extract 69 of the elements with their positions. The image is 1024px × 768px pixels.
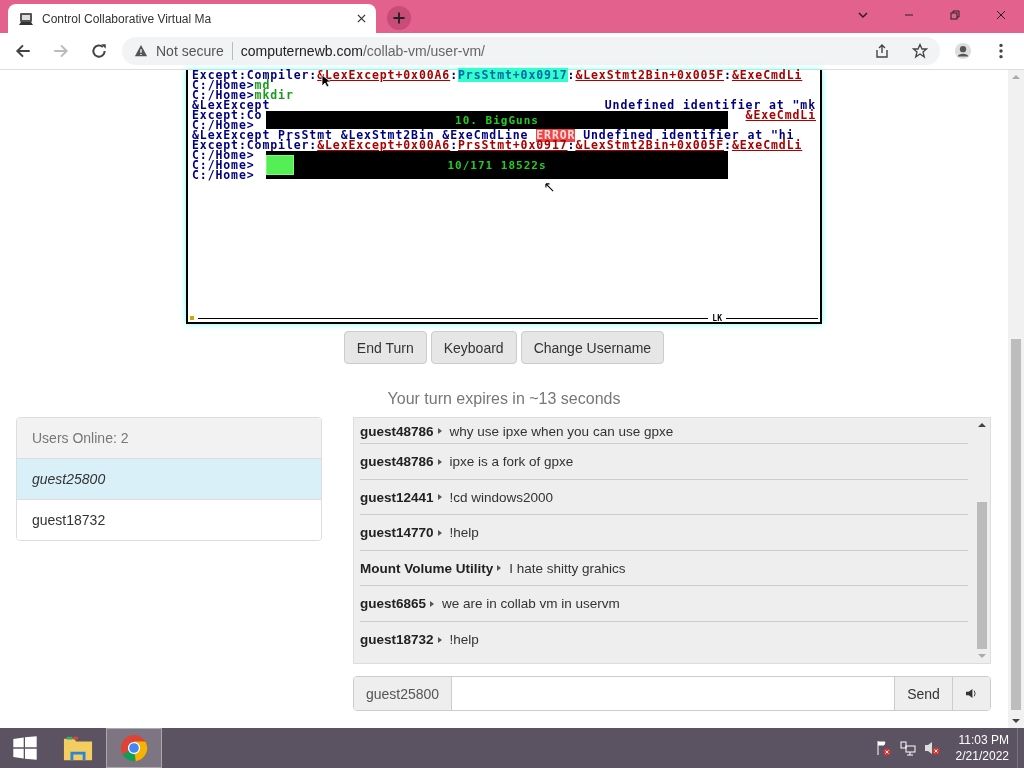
user-item[interactable]: guest25800 xyxy=(17,459,321,500)
share-icon[interactable] xyxy=(874,43,890,59)
status-text: LK xyxy=(712,313,722,323)
flag-error-icon[interactable] xyxy=(875,740,892,756)
page-scrollbar[interactable] xyxy=(1008,70,1024,728)
action-button[interactable]: Keyboard xyxy=(430,331,517,364)
chat-username: Mount Volume Utility xyxy=(360,560,494,576)
terminal-line: C:/Home> xyxy=(192,160,255,170)
chat-message: !cd windows2000 xyxy=(449,489,554,505)
tab-title: Control Collaborative Virtual Ma xyxy=(42,11,213,26)
restore-icon[interactable] xyxy=(949,9,961,21)
terminal-line: Except:Co xyxy=(192,110,263,120)
chevron-down-icon[interactable] xyxy=(857,9,869,21)
terminal-line: C:/Home>mkdir xyxy=(192,90,294,100)
terminal-line: Except:Compiler:&LexExcept+0x00A6:PrsStmt+0x0917:&LexStmt2Bin+0x005F:&ExeCmdLi xyxy=(192,140,803,150)
terminal-line: C:/Home> xyxy=(192,150,255,160)
chat-message: !help xyxy=(449,632,479,648)
terminal-line: C:/Home>md xyxy=(192,80,271,90)
chat-message: I hate shitty grahics xyxy=(509,560,626,576)
menu-banner: 10. BigGuns xyxy=(266,111,728,129)
address-bar[interactable]: Not secure computernewb.com/collab-vm/user-vm/ xyxy=(122,37,940,65)
triangle-icon xyxy=(437,458,442,465)
browser-tab[interactable]: Control Collaborative Virtual Ma xyxy=(8,4,376,33)
windows-logo-icon[interactable] xyxy=(12,735,38,761)
network-icon[interactable] xyxy=(899,740,916,756)
action-button[interactable]: Change Username xyxy=(520,331,665,364)
browser-logo-icon xyxy=(119,734,149,762)
chat-message: we are in collab vm in uservm xyxy=(442,596,620,612)
clock-date[interactable]: 2/21/2022 xyxy=(955,748,1009,764)
plus-icon[interactable] xyxy=(386,5,412,31)
down-arrow-icon[interactable] xyxy=(1012,718,1020,724)
triangle-icon xyxy=(437,428,442,434)
chat-message: !help xyxy=(449,525,479,541)
terminal-line: Except:Compiler:&LexExcept+0x00A6:PrsStmt+0x0917:&LexStmt2Bin+0x005F:&ExeCmdLi xyxy=(192,70,803,80)
terminal-line: C:/Home> xyxy=(192,120,255,130)
folder-icon xyxy=(63,734,93,762)
chat-message: ipxe is a fork of gpxe xyxy=(449,454,574,470)
clock-time[interactable]: 11:03 PM xyxy=(958,732,1009,748)
triangle-icon xyxy=(497,565,502,572)
triangle-icon xyxy=(437,494,442,501)
turn-notice: Your turn expires in ~13 seconds xyxy=(387,390,621,408)
security-label: Not secure xyxy=(156,43,224,59)
chat-username: guest12441 xyxy=(360,489,434,505)
terminal-line: C:/Home> xyxy=(192,170,255,180)
chat-message: why use ipxe when you can use gpxe xyxy=(449,423,674,439)
warning-icon xyxy=(134,44,148,58)
triangle-icon xyxy=(437,636,442,643)
action-button[interactable]: End Turn xyxy=(343,331,427,364)
arrow-icon xyxy=(545,183,554,192)
vm-screen[interactable] xyxy=(186,70,822,324)
terminal-line: &ExeCmdLi xyxy=(745,110,816,120)
up-arrow-icon[interactable] xyxy=(978,422,986,428)
close-icon[interactable] xyxy=(995,9,1007,21)
terminal-line: &LexExcept xyxy=(192,100,271,110)
muted-speaker-icon[interactable] xyxy=(923,740,940,756)
triangle-icon xyxy=(430,600,435,607)
close-icon[interactable] xyxy=(357,14,366,23)
chat-username: guest48786 xyxy=(360,423,434,439)
terminal-line: Undefined identifier at "mk xyxy=(604,100,816,110)
star-icon[interactable] xyxy=(912,43,928,59)
progress-banner: 10/171 18522s xyxy=(266,151,728,179)
triangle-icon xyxy=(437,529,442,536)
chat-username: guest48786 xyxy=(360,454,434,470)
url-text: computernewb.com/collab-vm/user-vm/ xyxy=(240,43,485,59)
chat-username: guest14770 xyxy=(360,525,434,541)
chat-username: guest6865 xyxy=(360,596,427,612)
computer-icon xyxy=(18,10,34,27)
chat-username: guest18732 xyxy=(360,632,434,648)
users-header: Users Online: 2 xyxy=(17,418,321,459)
